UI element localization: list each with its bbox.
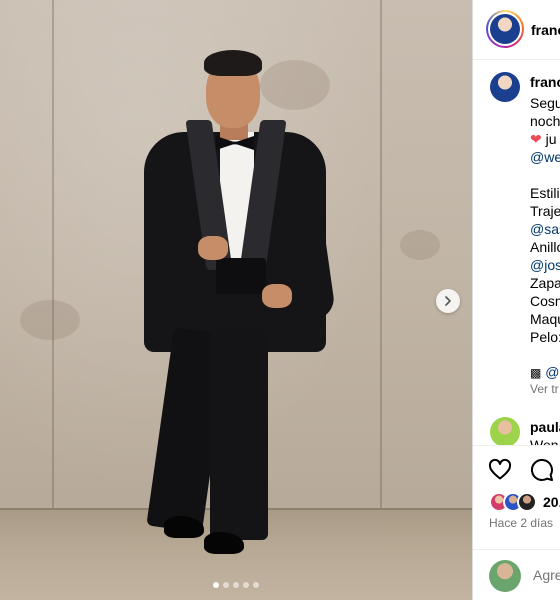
caption-line: noch bbox=[530, 113, 560, 129]
carousel-dot[interactable] bbox=[223, 582, 229, 588]
author-username[interactable]: franc bbox=[531, 22, 560, 38]
hand bbox=[198, 236, 228, 260]
cummerbund bbox=[216, 258, 266, 294]
person-figure bbox=[120, 40, 340, 560]
caption-author-avatar[interactable] bbox=[490, 72, 520, 102]
comment-icon bbox=[530, 458, 553, 481]
post-side-panel: franc franc Segu noch ❤ ju @we Estilis T… bbox=[472, 0, 560, 600]
caption-line: Traje, bbox=[530, 203, 560, 219]
like-button[interactable] bbox=[487, 457, 513, 483]
next-slide-button[interactable] bbox=[436, 289, 460, 313]
caption-line: ❤ ju bbox=[530, 131, 557, 148]
caption-text: ju bbox=[545, 131, 557, 147]
caption-line: Cosm bbox=[530, 293, 560, 309]
caption-mention-link[interactable]: @sas bbox=[530, 221, 560, 237]
caption-line: ▩ @ bbox=[530, 364, 559, 380]
hair bbox=[204, 50, 262, 76]
heart-emoji-icon: ❤ bbox=[530, 131, 542, 147]
carousel-dot-active[interactable] bbox=[213, 582, 219, 588]
comment-button[interactable] bbox=[529, 457, 555, 483]
commenter-avatar[interactable] bbox=[490, 417, 520, 447]
current-user-avatar bbox=[489, 560, 521, 592]
post-photo[interactable] bbox=[0, 0, 472, 600]
caption-mention-link[interactable]: @ bbox=[545, 364, 559, 380]
carousel-dots bbox=[0, 582, 472, 588]
hand bbox=[262, 284, 292, 308]
author-avatar-story[interactable] bbox=[486, 10, 524, 48]
carousel-dot[interactable] bbox=[243, 582, 249, 588]
caption-line: Anillo bbox=[530, 239, 560, 255]
caption-line: Estilis bbox=[530, 185, 560, 201]
caption-mention-link[interactable]: @jos bbox=[530, 257, 560, 273]
avatar bbox=[490, 14, 520, 44]
post-header: franc bbox=[473, 0, 560, 60]
wall-stain bbox=[400, 230, 440, 260]
caption-author-username[interactable]: franc bbox=[530, 74, 560, 90]
caption-line: Zapa bbox=[530, 275, 560, 291]
see-translation-link[interactable]: Ver tr bbox=[530, 382, 559, 396]
post-timestamp[interactable]: Hace 2 días bbox=[489, 516, 553, 530]
comment-bar bbox=[473, 549, 560, 600]
avatar bbox=[517, 492, 537, 512]
trouser-leg bbox=[210, 330, 268, 540]
post-actions: 20. Hace 2 días bbox=[473, 445, 560, 600]
wall-seam bbox=[52, 0, 54, 508]
caption-line: Pelo: bbox=[530, 329, 560, 345]
caption-line: Maqu bbox=[530, 311, 560, 327]
comment-input[interactable] bbox=[533, 567, 560, 583]
carousel-dot[interactable] bbox=[253, 582, 259, 588]
heart-icon bbox=[488, 458, 512, 480]
commenter-username[interactable]: paula bbox=[530, 419, 560, 435]
camera-emoji-icon: ▩ bbox=[530, 366, 542, 380]
caption-mention-link[interactable]: @we bbox=[530, 149, 560, 165]
wall-stain bbox=[20, 300, 80, 340]
caption-line: Segu bbox=[530, 95, 560, 111]
wall-seam bbox=[380, 0, 382, 508]
chevron-right-icon bbox=[445, 296, 451, 306]
likers-avatars[interactable] bbox=[489, 492, 545, 512]
likes-count[interactable]: 20. bbox=[543, 494, 560, 510]
carousel-dot[interactable] bbox=[233, 582, 239, 588]
